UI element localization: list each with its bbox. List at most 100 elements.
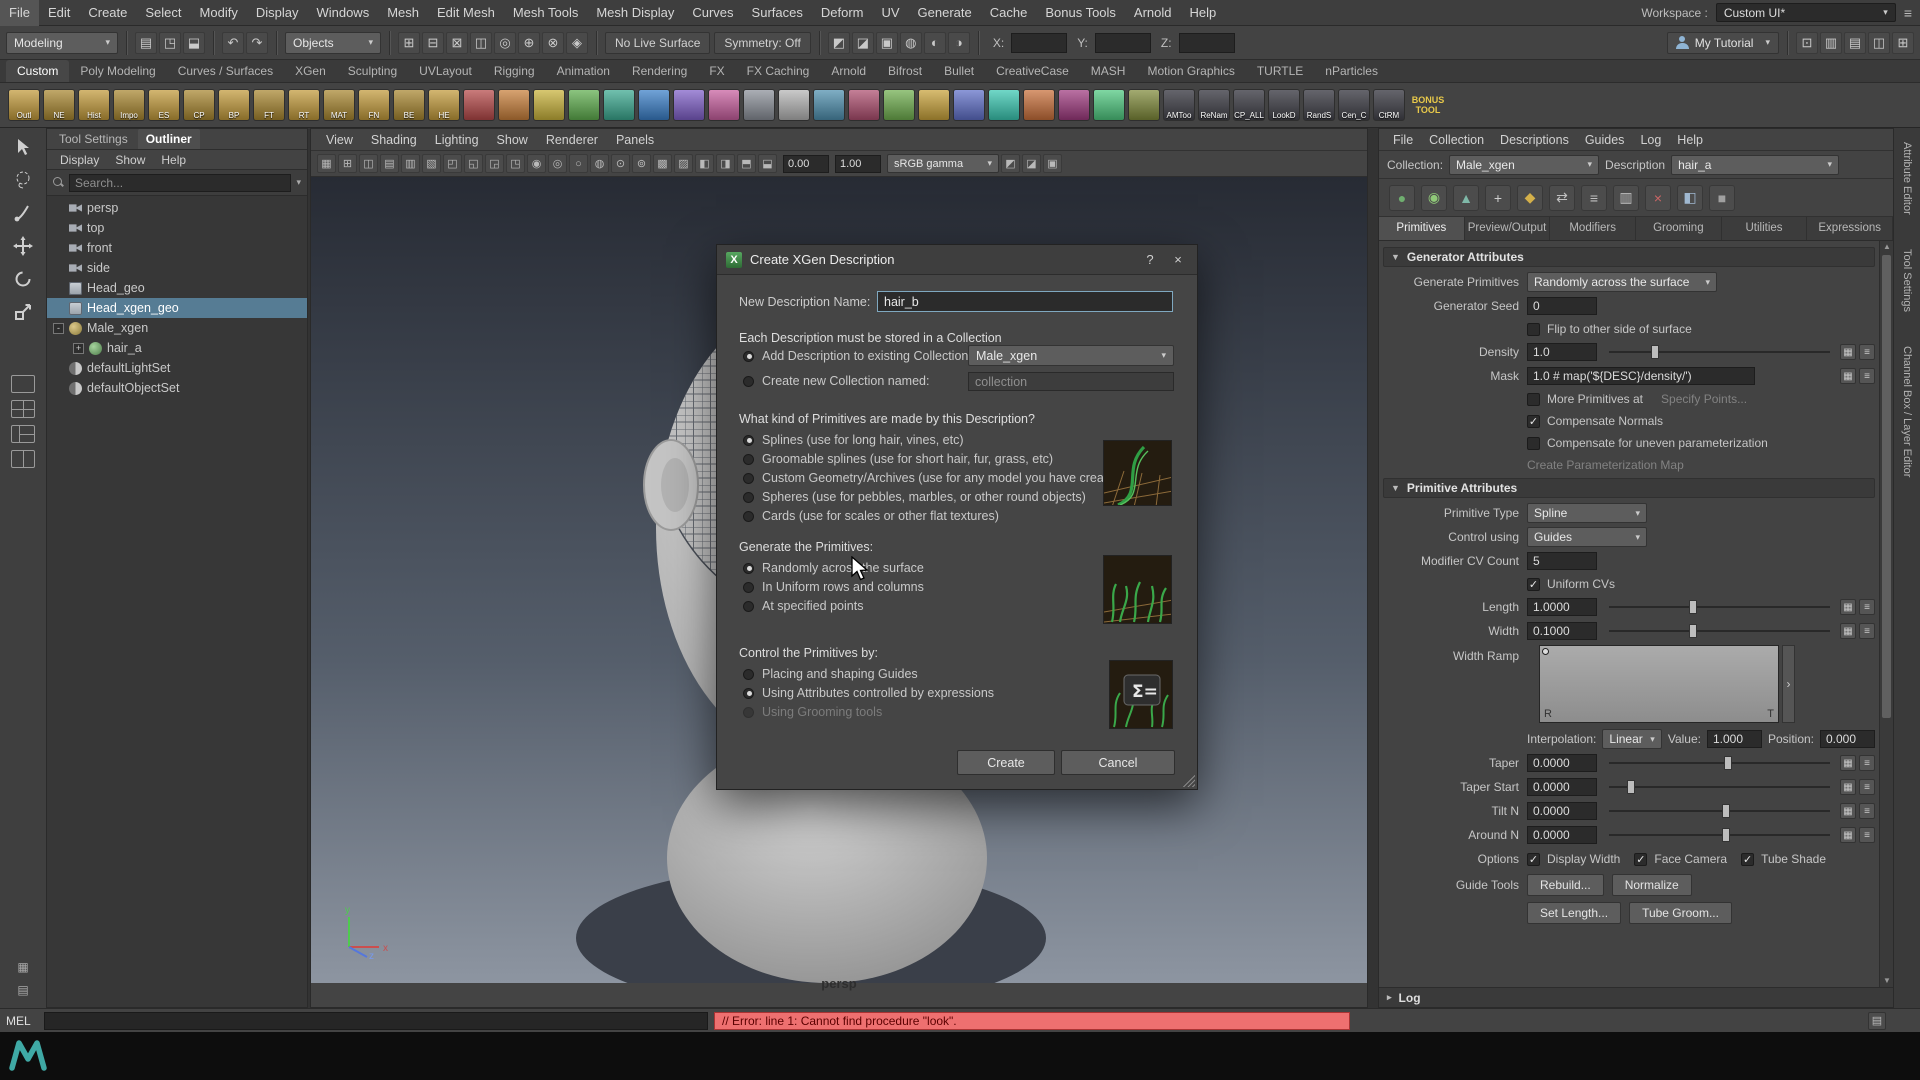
shelf-button[interactable] [1058,89,1090,121]
expression-icon[interactable]: ≡ [1859,599,1875,615]
y-input[interactable] [1095,33,1151,53]
select-tool-icon[interactable] [10,134,36,160]
move-tool-icon[interactable] [10,233,36,259]
account-menu[interactable]: My Tutorial ▾ [1667,32,1779,54]
viewport-toolbar-icon[interactable]: ◍ [590,154,609,173]
xgen-toolbar-icon[interactable]: ◉ [1421,185,1447,211]
menu-item[interactable]: Mesh [378,0,428,26]
xgen-menu-item[interactable]: Collection [1421,133,1492,147]
scroll-down-icon[interactable]: ▼ [1880,975,1893,987]
shelf-button[interactable] [498,89,530,121]
shelf-button[interactable] [813,89,845,121]
viewport-toolbar-icon[interactable]: ⊞ [338,154,357,173]
paint-select-tool-icon[interactable] [10,200,36,226]
shelf-button[interactable]: Hist [78,89,110,121]
taper-start-slider[interactable] [1609,777,1830,797]
shelf-button[interactable] [918,89,950,121]
colorspace-select[interactable]: sRGB gamma▾ [887,154,999,173]
viewport-toolbar-icon[interactable]: ◧ [695,154,714,173]
layout-four-pane-button[interactable] [11,400,35,418]
shelf-button[interactable]: NE [43,89,75,121]
ramp-expand-button[interactable]: › [1782,645,1795,723]
menu-item[interactable]: UV [872,0,908,26]
shelf-button[interactable] [708,89,740,121]
primitive-type-option[interactable]: Spheres (use for pebbles, marbles, or ot… [743,490,1125,504]
primitive-type-option[interactable]: Splines (use for long hair, vines, etc) [743,433,1125,447]
option-toggle[interactable]: Tube Shade [1741,852,1826,866]
menu-item[interactable]: Curves [683,0,742,26]
viewport-toolbar-icon[interactable]: ○ [569,154,588,173]
shelf-tab[interactable]: Bullet [933,60,985,82]
taper-slider[interactable] [1609,753,1830,773]
xgen-menu-item[interactable]: Log [1632,133,1669,147]
snap-icon[interactable]: ◈ [566,32,588,54]
panel-tab[interactable]: Tool Settings [51,129,136,149]
shelf-button[interactable]: BE [393,89,425,121]
viewport-toolbar-icon[interactable]: ◩ [1001,154,1020,173]
snap-icon[interactable]: ⊟ [422,32,444,54]
shelf-button[interactable] [603,89,635,121]
xgen-menu-item[interactable]: Descriptions [1492,133,1577,147]
render-icon[interactable]: ◩ [828,32,850,54]
menu-item[interactable]: Display [247,0,308,26]
option-toggle[interactable]: Face Camera [1634,852,1727,866]
undo-redo-icon[interactable]: ↷ [246,32,268,54]
viewport-toolbar-icon[interactable]: ◨ [716,154,735,173]
outliner-item[interactable]: persp [47,198,307,218]
render-icon[interactable]: ◑ [948,32,970,54]
panel-tab[interactable]: Outliner [138,129,200,149]
xgen-toolbar-icon[interactable]: ■ [1709,185,1735,211]
shelf-button[interactable] [778,89,810,121]
expression-icon[interactable]: ≡ [1859,368,1875,384]
radio-icon[interactable] [743,435,754,446]
outliner-item[interactable]: - Male_xgen [47,318,307,338]
shelf-button[interactable] [953,89,985,121]
shelf-button[interactable]: ES [148,89,180,121]
description-name-input[interactable] [877,291,1173,312]
compensate-param-checkbox[interactable] [1527,437,1540,450]
expander-icon[interactable]: - [53,323,64,334]
shelf-button[interactable] [533,89,565,121]
xgen-tab[interactable]: Utilities [1722,217,1808,240]
xgen-tab[interactable]: Primitives [1379,217,1465,240]
log-section[interactable]: ▸Log [1379,987,1893,1007]
map-icon[interactable]: ▦ [1840,599,1856,615]
shelf-button[interactable] [1093,89,1125,121]
shelf-button[interactable]: MAT [323,89,355,121]
ramp-cv-handle[interactable] [1542,648,1549,655]
ramp-value-input[interactable] [1707,730,1762,748]
shelf-script-button[interactable]: AMToo [1163,89,1195,121]
radio-icon[interactable] [743,492,754,503]
viewport-toolbar-icon[interactable]: ▥ [401,154,420,173]
menu-item[interactable]: Edit [39,0,79,26]
shelf-button[interactable]: FN [358,89,390,121]
outliner-item[interactable]: + hair_a [47,338,307,358]
modifier-cv-input[interactable] [1527,552,1597,570]
exposure-input[interactable] [783,155,829,173]
expression-icon[interactable]: ≡ [1859,803,1875,819]
menu-item[interactable]: Windows [307,0,378,26]
create-button[interactable]: Create [957,750,1055,775]
around-n-slider[interactable] [1609,825,1830,845]
workspace-select[interactable]: Custom UI*▾ [1716,3,1896,22]
outliner-menu-item[interactable]: Help [154,150,193,169]
shelf-tab[interactable]: TURTLE [1246,60,1314,82]
existing-collection-select[interactable]: Male_xgen▾ [968,345,1174,366]
expression-icon[interactable]: ≡ [1859,779,1875,795]
render-icon[interactable]: ◐ [924,32,946,54]
radio-icon[interactable] [743,688,754,699]
xgen-toolbar-icon[interactable]: ◧ [1677,185,1703,211]
viewport-toolbar-icon[interactable]: ▩ [653,154,672,173]
layout-three-pane-button[interactable] [11,425,35,443]
shelf-button[interactable]: Outl [8,89,40,121]
interpolation-select[interactable]: Linear▾ [1602,729,1661,749]
xgen-toolbar-icon[interactable]: × [1645,185,1671,211]
bonus-tool-label[interactable]: BONUSTOOL [1408,95,1448,115]
radio-icon[interactable] [743,563,754,574]
expander-icon[interactable] [53,223,64,234]
viewport-toolbar-icon[interactable]: ⊙ [611,154,630,173]
ramp-position-input[interactable] [1820,730,1875,748]
viewport-menu-item[interactable]: Panels [607,133,663,147]
shelf-button[interactable]: BP [218,89,250,121]
map-icon[interactable]: ▦ [1840,779,1856,795]
